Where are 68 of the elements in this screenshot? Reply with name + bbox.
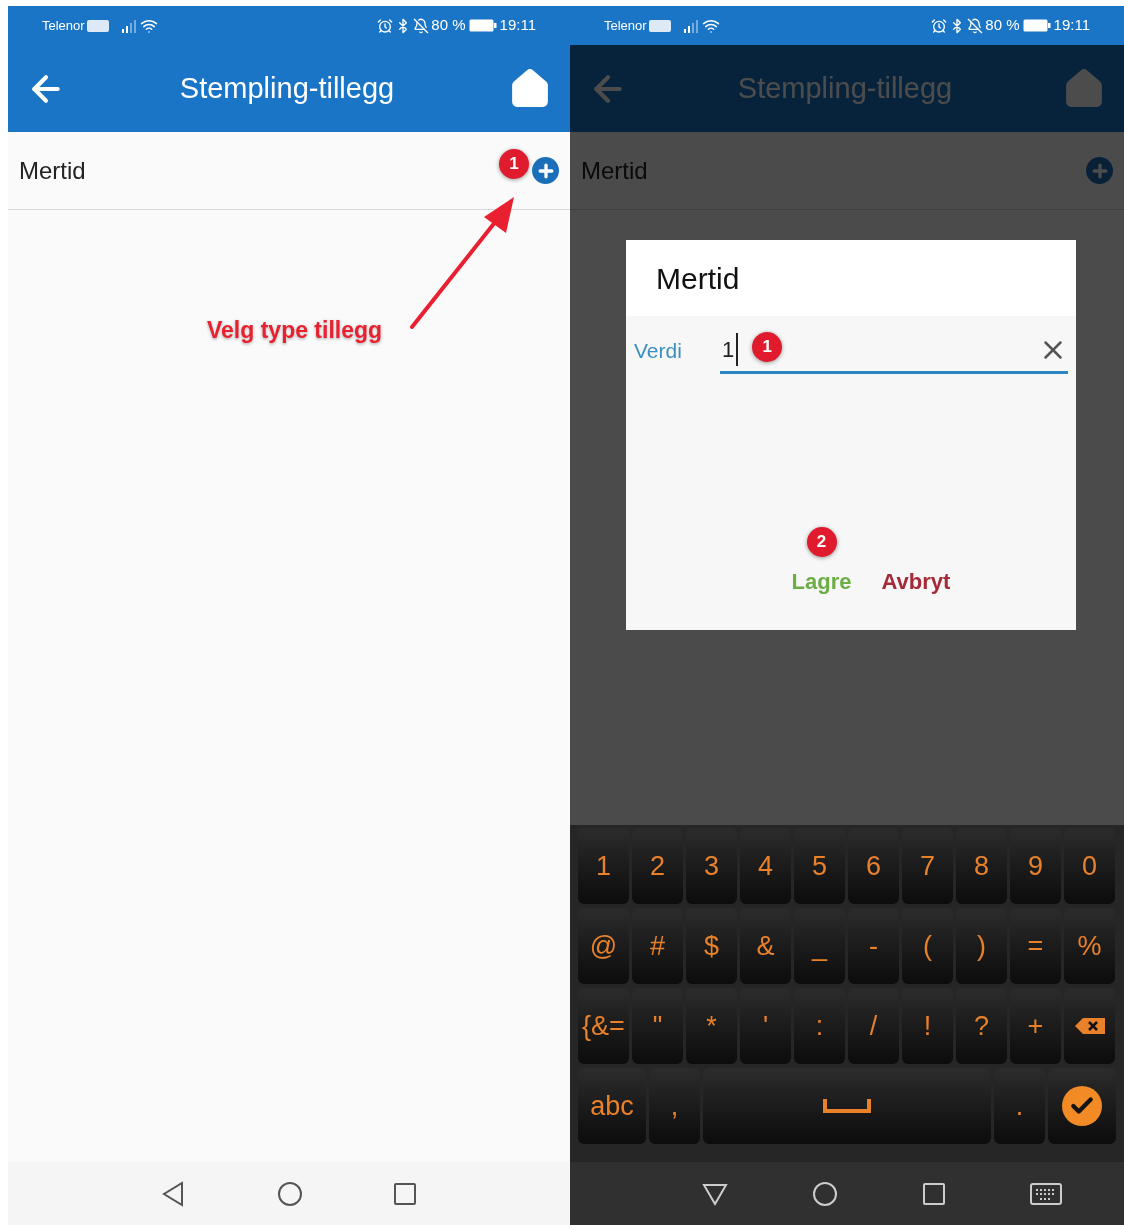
battery-percent: 80 %: [431, 15, 466, 36]
keyboard-key[interactable]: .: [994, 1068, 1045, 1144]
signal-icon: [682, 18, 699, 33]
step-badge: 2: [806, 527, 837, 557]
keyboard-key[interactable]: ?: [956, 988, 1007, 1064]
signal-icon: [120, 18, 137, 33]
battery-percent: 80 %: [985, 15, 1020, 36]
keyboard-key[interactable]: 8: [956, 828, 1007, 904]
keyboard-key[interactable]: ": [632, 988, 683, 1064]
keyboard-key[interactable]: :: [794, 988, 845, 1064]
keyboard-key[interactable]: =: [1010, 908, 1061, 984]
keyboard-key[interactable]: 1: [578, 828, 629, 904]
add-icon[interactable]: [532, 157, 559, 184]
step-badge: 1: [499, 148, 529, 179]
keyboard-key[interactable]: &: [740, 908, 791, 984]
check-icon: [1062, 1086, 1102, 1126]
keyboard-key[interactable]: @: [578, 908, 629, 984]
keyboard-key[interactable]: ': [740, 988, 791, 1064]
home-circle-icon[interactable]: [277, 1180, 303, 1207]
keyboard-key[interactable]: ): [956, 908, 1007, 984]
keyboard-key[interactable]: 6: [848, 828, 899, 904]
keyboard-key[interactable]: 2: [632, 828, 683, 904]
clock-time: 19:11: [1053, 15, 1090, 36]
carrier-name: Telenor: [604, 16, 647, 35]
keyboard-key[interactable]: 7: [902, 828, 953, 904]
backspace-key[interactable]: [1064, 988, 1115, 1064]
app-bar-title: Stempling-tillegg: [736, 70, 954, 106]
bell-off-icon: [413, 17, 430, 34]
battery-icon: [1022, 19, 1051, 32]
backspace-icon: [1074, 1018, 1105, 1034]
keyboard-key[interactable]: /: [848, 988, 899, 1064]
keyboard-key[interactable]: 5: [794, 828, 845, 904]
alarm-icon: [931, 17, 948, 34]
enter-key[interactable]: [1048, 1068, 1116, 1144]
keyboard-key[interactable]: %: [1064, 908, 1115, 984]
space-icon: [823, 1099, 871, 1113]
list-row-label: Mertid: [581, 155, 649, 186]
list-row-label: Mertid: [19, 155, 87, 186]
app-bar-title: Stempling-tillegg: [178, 70, 396, 106]
bell-off-icon: [967, 17, 984, 34]
dialog-title: Mertid: [656, 260, 740, 297]
keyboard-icon[interactable]: [1030, 1181, 1062, 1206]
keyboard-key[interactable]: #: [632, 908, 683, 984]
carrier-name: Telenor: [42, 16, 85, 35]
input-value: 1: [722, 333, 739, 366]
keyboard-key[interactable]: -: [848, 908, 899, 984]
battery-icon: [468, 19, 497, 32]
keyboard-key[interactable]: $: [686, 908, 737, 984]
alarm-icon: [377, 17, 394, 34]
keyboard-key[interactable]: _: [794, 908, 845, 984]
keyboard-key[interactable]: 9: [1010, 828, 1061, 904]
field-label: Verdi: [634, 337, 683, 364]
cancel-button[interactable]: Avbryt: [881, 565, 951, 598]
keyboard-key[interactable]: 3: [686, 828, 737, 904]
keyboard-key[interactable]: {&=: [578, 988, 629, 1064]
keyboard-key[interactable]: (: [902, 908, 953, 984]
keyboard-key[interactable]: +: [1010, 988, 1061, 1064]
keyboard-key[interactable]: !: [902, 988, 953, 1064]
keyboard-key[interactable]: 0: [1064, 828, 1115, 904]
keyboard-key[interactable]: ,: [649, 1068, 700, 1144]
value-input[interactable]: 1 1: [720, 328, 1068, 374]
keyboard-key[interactable]: *: [686, 988, 737, 1064]
clock-time: 19:11: [499, 15, 536, 36]
keyboard-key[interactable]: abc: [578, 1068, 646, 1144]
keyboard-key[interactable]: 4: [740, 828, 791, 904]
recents-square-icon[interactable]: [393, 1181, 417, 1206]
step-badge: 1: [752, 331, 783, 362]
annotation-label: Velg type tillegg: [207, 316, 383, 345]
